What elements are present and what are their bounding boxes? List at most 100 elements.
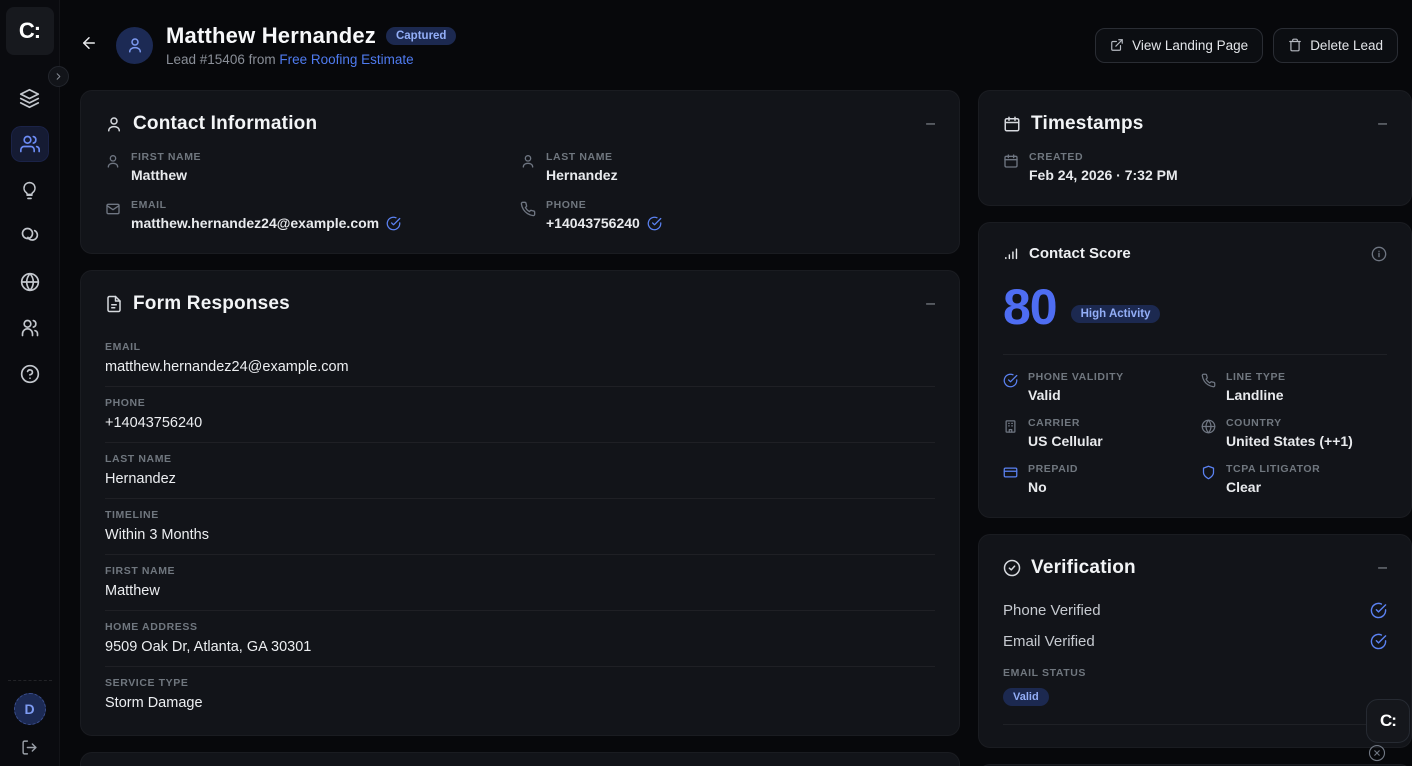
field-value: 9509 Oak Dr, Atlanta, GA 30301 (105, 639, 935, 655)
logout-icon (21, 739, 38, 756)
users-icon (20, 134, 40, 154)
verified-check-icon (1370, 602, 1387, 619)
field-value: Feb 24, 2026 · 7:32 PM (1029, 167, 1178, 183)
detail-phone-validity: PHONE VALIDITY Valid (1003, 371, 1189, 403)
field-value: US Cellular (1028, 433, 1103, 449)
field-value: Within 3 Months (105, 527, 935, 543)
x-circle-icon (1368, 744, 1386, 762)
view-landing-page-button[interactable]: View Landing Page (1095, 28, 1263, 63)
field-label: PREPAID (1028, 463, 1078, 475)
score-details-grid: PHONE VALIDITY Valid LINE TYPE Landline (1003, 371, 1387, 495)
form-field-timeline: TIMELINE Within 3 Months (105, 499, 935, 555)
chat-launcher-button[interactable]: C: (1366, 699, 1410, 743)
field-value: Storm Damage (105, 695, 935, 711)
phone-icon (1201, 373, 1216, 403)
card-title: Verification (1031, 557, 1136, 579)
field-last-name: LAST NAME Hernandez (520, 151, 935, 183)
field-first-name: FIRST NAME Matthew (105, 151, 520, 183)
sidebar-item-help[interactable] (12, 357, 48, 391)
check-circle-icon (1003, 373, 1018, 403)
form-field-last-name: LAST NAME Hernandez (105, 443, 935, 499)
chat-close-button[interactable] (1368, 744, 1390, 762)
signal-bars-icon (1003, 245, 1020, 262)
calendar-icon (1003, 115, 1021, 133)
field-value: United States (++1) (1226, 433, 1353, 449)
form-field-email: EMAIL matthew.hernandez24@example.com (105, 331, 935, 387)
collapse-button[interactable]: – (926, 296, 935, 312)
card-title: Timestamps (1031, 113, 1144, 135)
field-email: EMAIL matthew.hernandez24@example.com (105, 199, 520, 231)
detail-prepaid: PREPAID No (1003, 463, 1189, 495)
user-icon (126, 36, 144, 54)
layers-icon (19, 88, 40, 109)
check-circle-icon (1003, 559, 1021, 577)
sidebar-item-layers[interactable] (12, 81, 48, 115)
field-label: LINE TYPE (1226, 371, 1286, 383)
app-root: C: (0, 0, 1412, 766)
field-value: Valid (1028, 387, 1124, 403)
sidebar-footer: D (0, 680, 59, 766)
form-field-service-type: SERVICE TYPE Storm Damage (105, 667, 935, 713)
header-actions: View Landing Page Delete Lead (1095, 28, 1398, 63)
field-value: Hernandez (546, 167, 618, 183)
field-phone: PHONE +14043756240 (520, 199, 935, 231)
divider (1003, 724, 1387, 725)
delete-lead-button[interactable]: Delete Lead (1273, 28, 1398, 63)
user-avatar[interactable]: D (14, 693, 46, 725)
verified-check-icon (386, 216, 401, 231)
sidebar-item-billing[interactable] (12, 219, 48, 253)
arrow-left-icon (80, 34, 98, 52)
divider (1003, 354, 1387, 355)
field-label: PHONE VALIDITY (1028, 371, 1124, 383)
verification-label: Phone Verified (1003, 602, 1101, 619)
back-button[interactable] (80, 34, 98, 57)
field-value: +14043756240 (546, 215, 640, 231)
collapse-button[interactable]: – (1378, 560, 1387, 576)
field-label: PHONE (546, 199, 662, 211)
verification-label: Email Verified (1003, 633, 1095, 650)
contact-score-card: Contact Score 80 High Activity (978, 222, 1412, 518)
field-label: HOME ADDRESS (105, 621, 935, 633)
globe-icon (20, 272, 40, 292)
chat-widget: C: (1366, 699, 1410, 762)
form-field-phone: PHONE +14043756240 (105, 387, 935, 443)
field-label: TCPA LITIGATOR (1226, 463, 1320, 475)
field-label: EMAIL (105, 341, 935, 353)
campaign-link[interactable]: Free Roofing Estimate (279, 52, 413, 67)
sidebar: C: (0, 0, 60, 766)
detail-line-type: LINE TYPE Landline (1201, 371, 1387, 403)
collapse-button[interactable]: – (1378, 116, 1387, 132)
shield-icon (1201, 465, 1216, 495)
field-value: Landline (1226, 387, 1286, 403)
sidebar-item-team[interactable] (12, 311, 48, 345)
calendar-icon (1003, 153, 1019, 183)
lead-title-block: Matthew Hernandez Captured Lead #15406 f… (166, 23, 456, 67)
main-area: Matthew Hernandez Captured Lead #15406 f… (60, 0, 1412, 766)
activity-badge: High Activity (1071, 305, 1161, 323)
lightbulb-icon (20, 181, 39, 200)
field-value: No (1028, 479, 1078, 495)
field-label: EMAIL (131, 199, 401, 211)
logout-button[interactable] (21, 739, 38, 756)
field-value: Matthew (131, 167, 201, 183)
info-button[interactable] (1371, 246, 1387, 262)
card-title: Contact Score (1029, 245, 1131, 262)
sidebar-item-domains[interactable] (12, 265, 48, 299)
field-value: matthew.hernandez24@example.com (131, 215, 379, 231)
file-text-icon (105, 295, 123, 313)
lead-avatar (116, 27, 153, 64)
form-field-home-address: HOME ADDRESS 9509 Oak Dr, Atlanta, GA 30… (105, 611, 935, 667)
collapse-button[interactable]: – (926, 116, 935, 132)
field-label: PHONE (105, 397, 935, 409)
user-icon (105, 115, 123, 133)
timestamps-card: Timestamps – CREATED Feb 24, 2026 · 7:32… (978, 90, 1412, 206)
verification-card: Verification – Phone Verified Email Veri… (978, 534, 1412, 748)
email-status-label: EMAIL STATUS (1003, 667, 1387, 679)
email-status-badge: Valid (1003, 688, 1049, 706)
sidebar-expand-button[interactable] (48, 66, 69, 87)
sidebar-item-ideas[interactable] (12, 173, 48, 207)
field-value: Matthew (105, 583, 935, 599)
trash-icon (1288, 38, 1302, 52)
sidebar-item-leads[interactable] (12, 127, 48, 161)
form-responses-list: EMAIL matthew.hernandez24@example.com PH… (105, 331, 935, 713)
